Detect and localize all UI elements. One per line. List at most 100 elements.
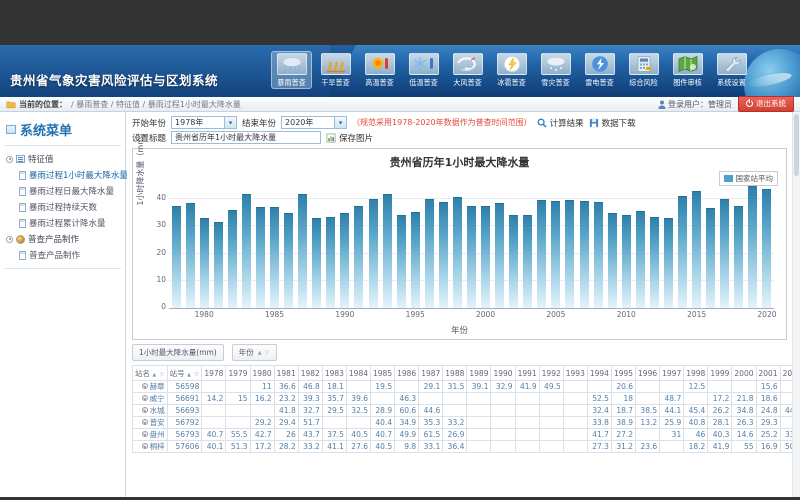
- bar-1989[interactable]: [326, 217, 335, 308]
- bar-1999[interactable]: [467, 206, 476, 308]
- column-header-year[interactable]: 2002: [780, 366, 792, 381]
- vertical-scrollbar[interactable]: [792, 112, 800, 497]
- bar-1996[interactable]: [425, 199, 434, 308]
- nav-item-wrench[interactable]: 系统设置: [711, 51, 752, 89]
- bar-1990[interactable]: [340, 213, 349, 308]
- bar-1991[interactable]: [354, 206, 363, 308]
- nav-item-hail[interactable]: 冰雹普查: [491, 51, 532, 89]
- radio-icon[interactable]: [142, 431, 148, 437]
- radio-icon[interactable]: [142, 395, 148, 401]
- tree-leaf[interactable]: 暴雨过程持续天数: [4, 199, 121, 215]
- bar-1981[interactable]: [214, 222, 223, 308]
- nav-item-heat[interactable]: 干旱普查: [315, 51, 356, 89]
- bar-1982[interactable]: [228, 210, 237, 308]
- bar-2001[interactable]: [495, 203, 504, 308]
- download-button[interactable]: 数据下载: [589, 117, 636, 129]
- nav-item-sun[interactable]: 高温普查: [359, 51, 400, 89]
- tree-toggle-icon[interactable]: [6, 156, 13, 163]
- column-header-year[interactable]: 1990: [491, 366, 515, 381]
- column-header-year[interactable]: 1980: [250, 366, 274, 381]
- nav-item-bolt[interactable]: 雷电普查: [579, 51, 620, 89]
- bar-2016[interactable]: [706, 208, 715, 308]
- bar-2019[interactable]: [748, 186, 757, 308]
- radio-icon[interactable]: [142, 443, 148, 449]
- radio-icon[interactable]: [142, 407, 148, 413]
- bar-2000[interactable]: [481, 206, 490, 308]
- sort-icons[interactable]: ▲ ▽: [258, 350, 270, 356]
- bar-1985[interactable]: [270, 207, 279, 308]
- bar-1988[interactable]: [312, 218, 321, 308]
- station-name-cell[interactable]: 桐梓: [133, 441, 168, 453]
- bar-2007[interactable]: [580, 201, 589, 308]
- tree-leaf[interactable]: 暴雨过程日最大降水量: [4, 183, 121, 199]
- tree-node[interactable]: 普查产品制作: [4, 231, 121, 247]
- bar-2005[interactable]: [551, 201, 560, 308]
- column-header-year[interactable]: 2001: [756, 366, 780, 381]
- bar-2008[interactable]: [594, 202, 603, 308]
- chevron-down-icon[interactable]: ▼: [224, 117, 236, 128]
- tree-leaf[interactable]: 暴雨过程累计降水量: [4, 215, 121, 231]
- scrollbar-thumb[interactable]: [794, 114, 799, 176]
- bar-2018[interactable]: [734, 206, 743, 308]
- bar-1979[interactable]: [186, 203, 195, 308]
- radio-icon[interactable]: [142, 383, 148, 389]
- bar-2020[interactable]: [762, 189, 771, 308]
- station-name-cell[interactable]: 盘州: [133, 429, 168, 441]
- column-header-year[interactable]: 1985: [371, 366, 395, 381]
- column-header-year[interactable]: 1992: [539, 366, 563, 381]
- column-header-year[interactable]: 1979: [226, 366, 250, 381]
- bar-1998[interactable]: [453, 197, 462, 308]
- column-header-year[interactable]: 1981: [274, 366, 298, 381]
- column-header-station-name[interactable]: 站名 ▲ ▽: [133, 366, 168, 381]
- nav-item-cold[interactable]: 低温普查: [403, 51, 444, 89]
- station-name-cell[interactable]: 普安: [133, 417, 168, 429]
- bar-1980[interactable]: [200, 218, 209, 308]
- bar-1992[interactable]: [369, 199, 378, 309]
- column-header-year[interactable]: 1988: [443, 366, 467, 381]
- bar-1983[interactable]: [242, 194, 251, 308]
- column-header-year[interactable]: 1983: [322, 366, 346, 381]
- column-header-year[interactable]: 2000: [732, 366, 756, 381]
- column-header-station-id[interactable]: 站号 ▲ ▽: [167, 366, 202, 381]
- column-header-year[interactable]: 1989: [467, 366, 491, 381]
- chevron-down-icon[interactable]: ▼: [334, 117, 346, 128]
- bar-2006[interactable]: [565, 200, 574, 308]
- bar-2015[interactable]: [692, 191, 701, 308]
- column-header-year[interactable]: 1982: [298, 366, 322, 381]
- bar-1984[interactable]: [256, 207, 265, 308]
- radio-icon[interactable]: [142, 419, 148, 425]
- end-year-select[interactable]: 2020年 ▼: [281, 116, 347, 129]
- tree-leaf[interactable]: 暴雨过程1小时最大降水量: [4, 167, 121, 183]
- bar-1987[interactable]: [298, 194, 307, 308]
- bar-1993[interactable]: [383, 194, 392, 308]
- bar-1978[interactable]: [172, 206, 181, 308]
- value-field-chip[interactable]: 1小时最大降水量(mm): [132, 344, 224, 361]
- nav-item-calc[interactable]: 综合风险: [623, 51, 664, 89]
- column-header-year[interactable]: 1994: [587, 366, 611, 381]
- bar-2009[interactable]: [608, 213, 617, 308]
- bar-1997[interactable]: [439, 202, 448, 308]
- bar-2012[interactable]: [650, 217, 659, 308]
- save-image-button[interactable]: 保存图片: [326, 132, 373, 144]
- column-header-year[interactable]: 1995: [611, 366, 635, 381]
- nav-item-map[interactable]: 图件审核: [667, 51, 708, 89]
- start-year-select[interactable]: 1978年 ▼: [171, 116, 237, 129]
- column-header-year[interactable]: 1993: [563, 366, 587, 381]
- column-header-year[interactable]: 1996: [636, 366, 660, 381]
- station-name-cell[interactable]: 威宁: [133, 393, 168, 405]
- station-name-cell[interactable]: 赫章: [133, 381, 168, 393]
- column-header-year[interactable]: 1991: [515, 366, 539, 381]
- column-field-chip[interactable]: 年份 ▲ ▽: [232, 344, 277, 361]
- nav-item-wind[interactable]: 大风普查: [447, 51, 488, 89]
- column-header-year[interactable]: 1999: [708, 366, 732, 381]
- column-header-year[interactable]: 1998: [684, 366, 708, 381]
- tree-node[interactable]: 特征值: [4, 151, 121, 167]
- nav-item-rain[interactable]: 暴雨普查: [271, 51, 312, 89]
- bar-1995[interactable]: [411, 212, 420, 308]
- station-name-cell[interactable]: 水城: [133, 405, 168, 417]
- bar-1986[interactable]: [284, 213, 293, 308]
- bar-2013[interactable]: [664, 218, 673, 308]
- column-header-year[interactable]: 1978: [202, 366, 226, 381]
- tree-toggle-icon[interactable]: [6, 236, 13, 243]
- bar-2002[interactable]: [509, 215, 518, 308]
